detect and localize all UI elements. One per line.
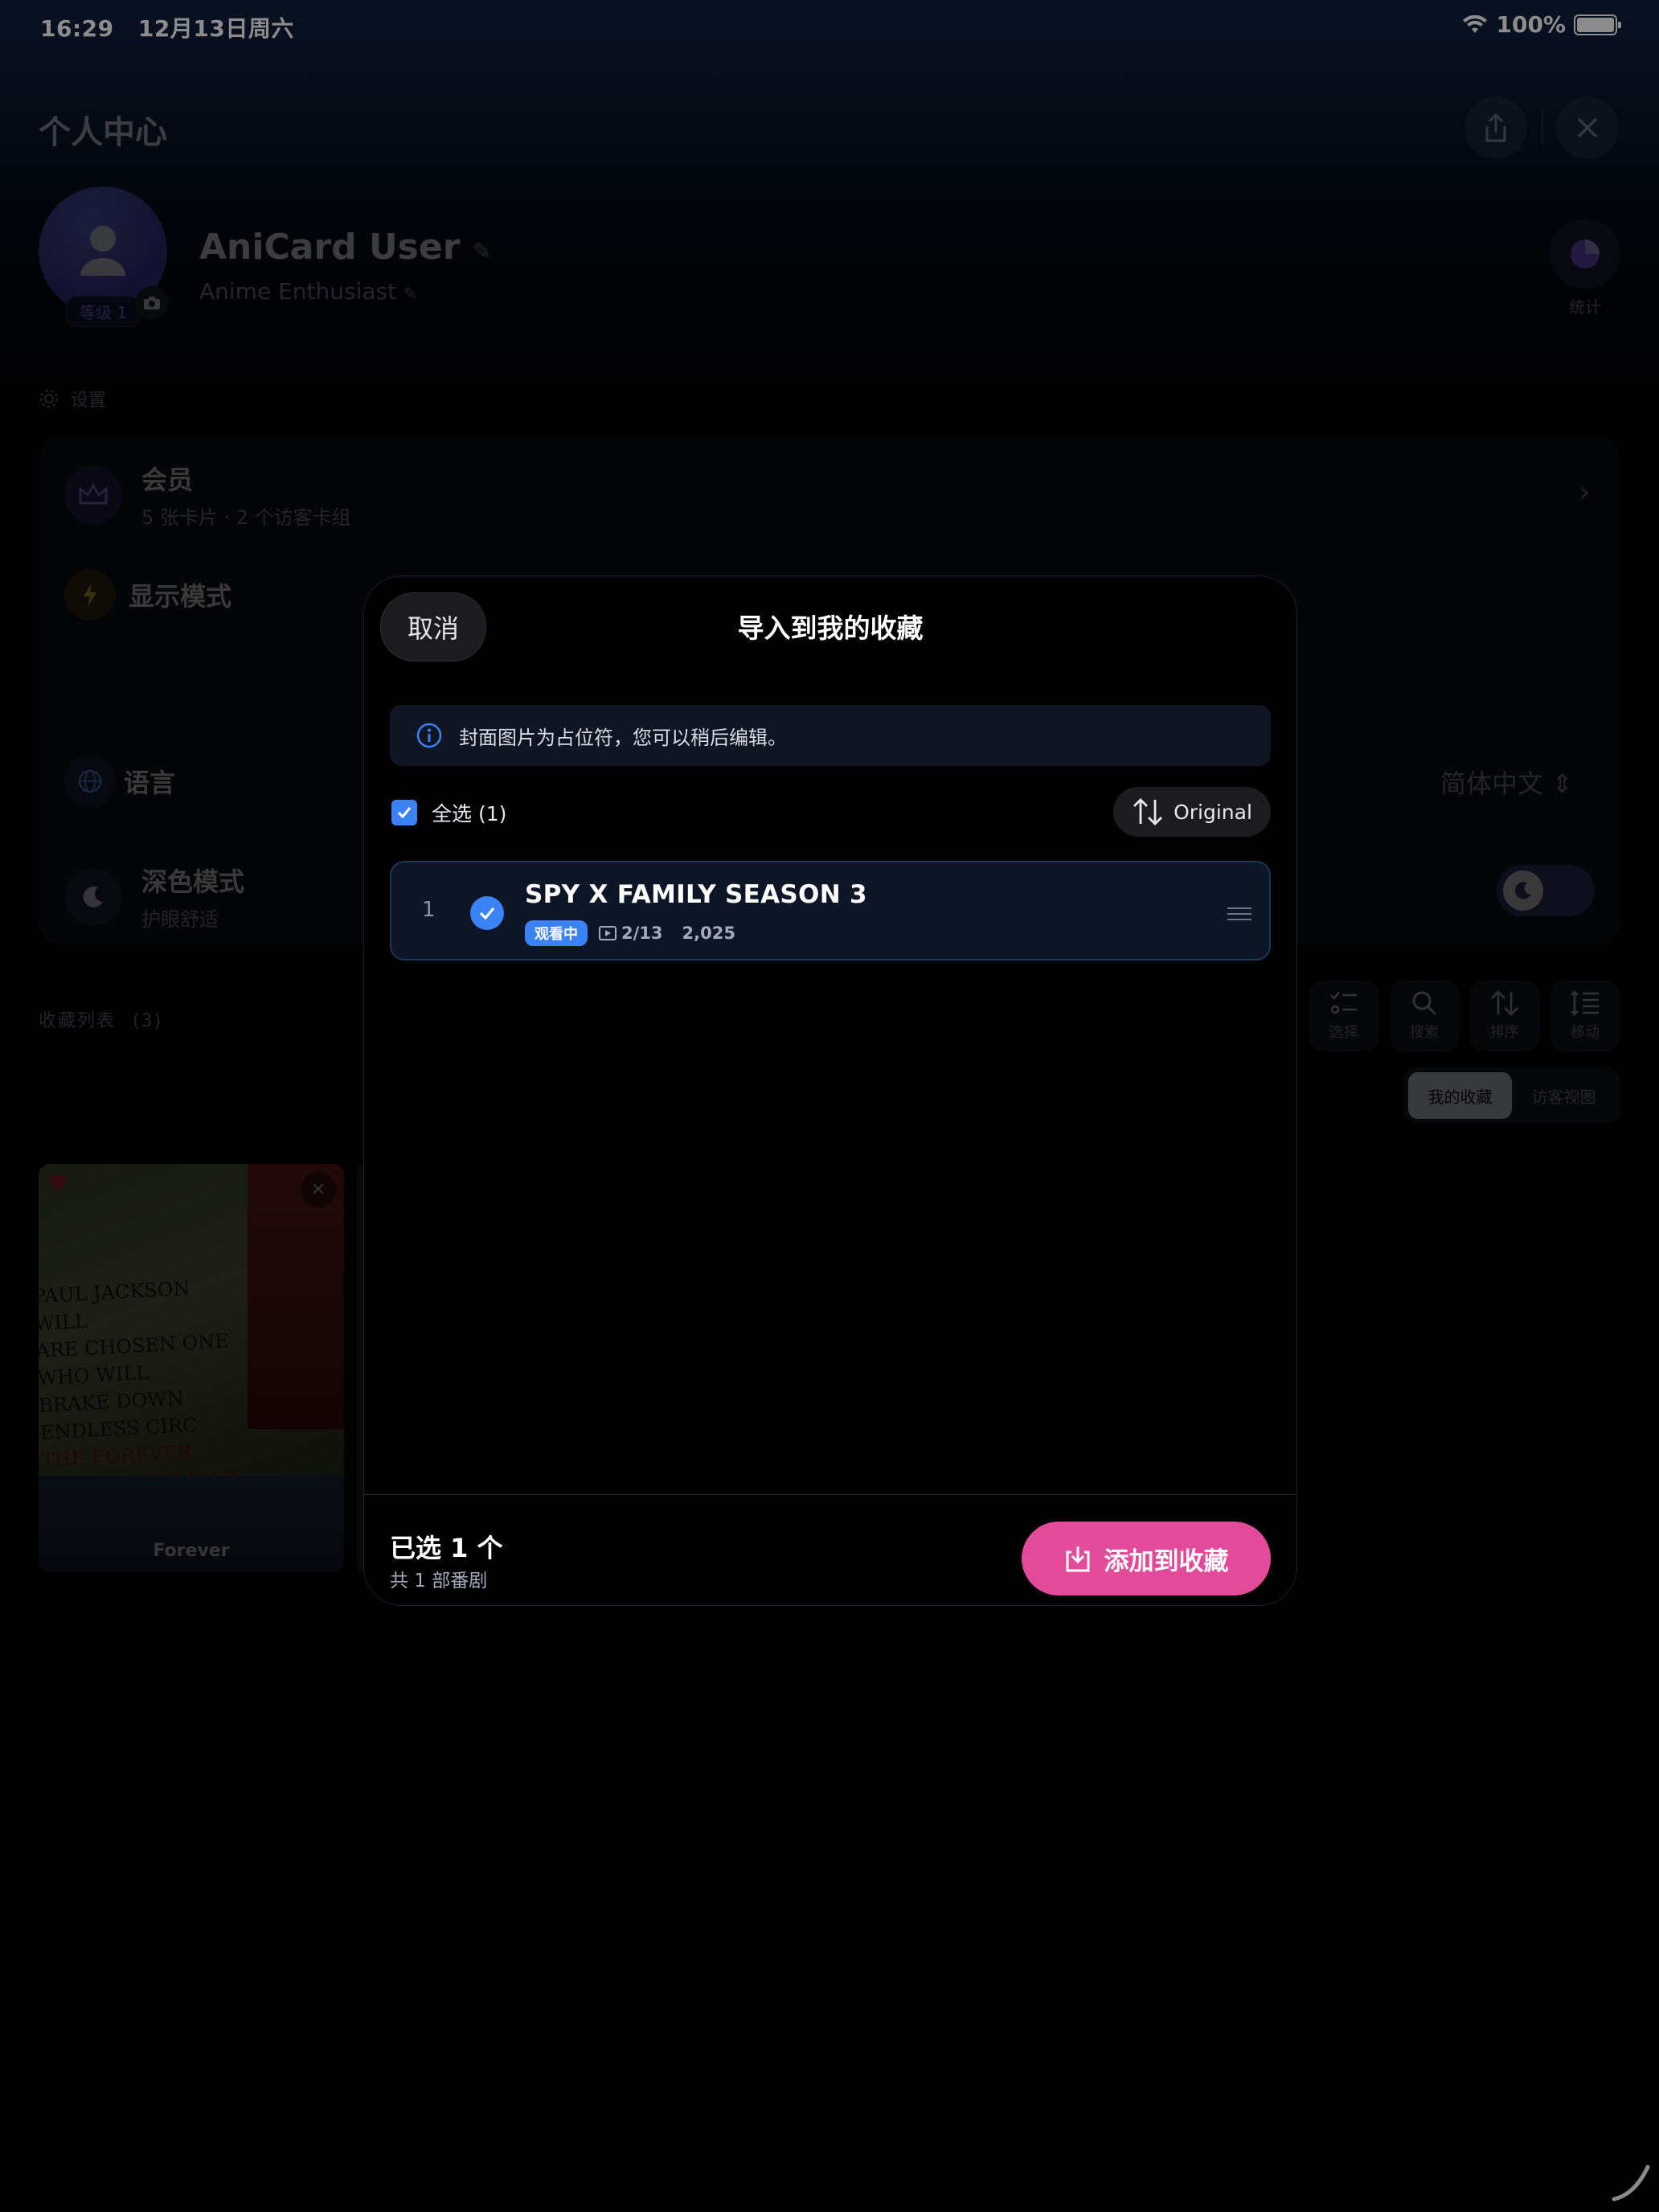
add-to-collection-button[interactable]: 添加到收藏 [1022,1522,1271,1596]
info-banner: 封面图片为占位符，您可以稍后编辑。 [390,705,1271,766]
play-box-icon [599,926,616,940]
checkbox-checked-icon [391,800,417,825]
footer-divider [364,1494,1296,1495]
sort-order-label: Original [1174,800,1252,824]
item-year: 2,025 [682,924,735,943]
import-list-item[interactable]: 1 SPY X FAMILY SEASON 3 观看中 2/13 2,025 [390,861,1271,961]
info-icon [416,723,442,748]
selected-total: 共 1 部番剧 [390,1571,488,1591]
selected-count: 已选 1 个 [390,1533,503,1563]
add-button-label: 添加到收藏 [1104,1546,1229,1576]
item-checked-icon[interactable] [470,896,504,930]
info-text: 封面图片为占位符，您可以稍后编辑。 [459,726,787,749]
sort-order-button[interactable]: Original [1113,787,1271,837]
item-index: 1 [422,898,436,922]
item-status-badge: 观看中 [525,920,588,946]
sort-arrows-icon [1133,798,1163,825]
drag-handle-icon[interactable] [1227,907,1251,924]
import-tray-icon [1066,1546,1089,1572]
item-episodes-text: 2/13 [621,924,663,943]
home-corner-indicator [1612,2165,1650,2202]
item-title: SPY X FAMILY SEASON 3 [525,880,867,909]
item-episodes: 2/13 [599,924,663,943]
import-modal: 取消 导入到我的收藏 封面图片为占位符，您可以稍后编辑。 全选 (1) Orig… [363,576,1297,1606]
modal-title: 导入到我的收藏 [737,612,924,644]
select-all-label: 全选 (1) [432,802,507,825]
select-all-checkbox[interactable]: 全选 (1) [391,798,506,827]
item-meta: 观看中 2/13 2,025 [525,920,735,946]
